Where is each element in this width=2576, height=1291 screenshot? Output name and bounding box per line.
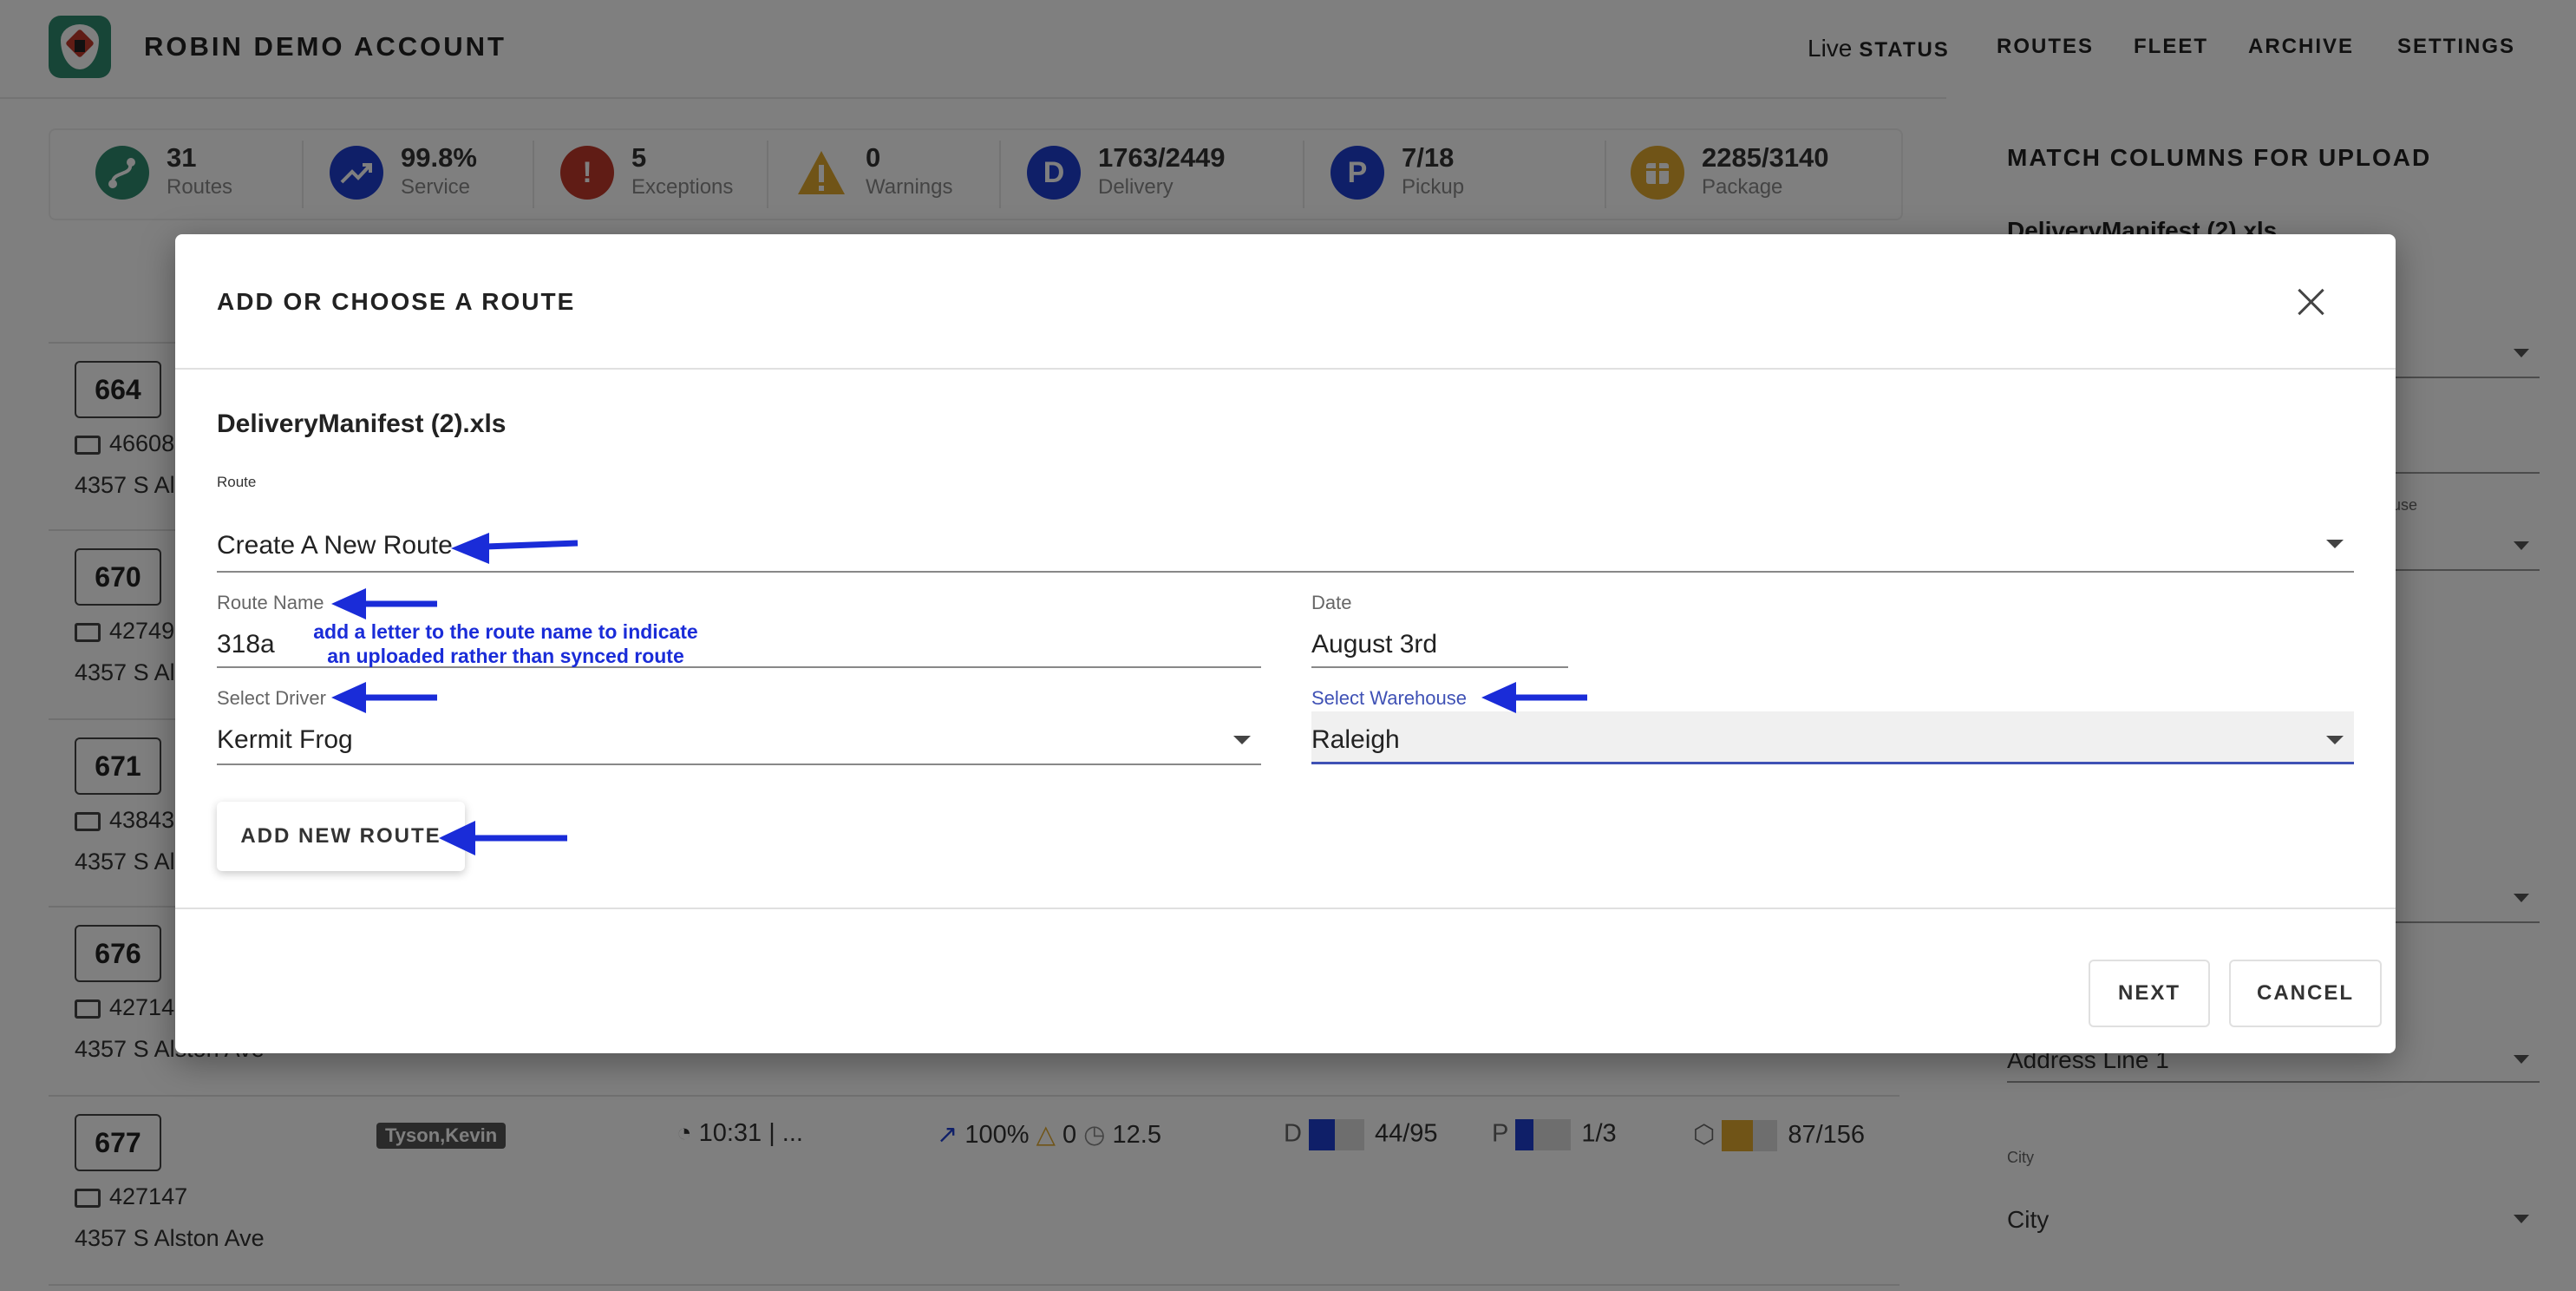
chevron-down-icon[interactable] [1233, 736, 1251, 744]
driver-select-underline [217, 763, 1261, 765]
annotation-arrow-icon [331, 682, 437, 713]
add-route-dialog: ADD OR CHOOSE A ROUTE DeliveryManifest (… [175, 234, 2396, 1053]
date-label: Date [1311, 592, 1352, 613]
warehouse-select[interactable]: Raleigh [1311, 725, 1400, 755]
annotation-line: add a letter to the route name to indica… [313, 620, 698, 643]
file-name: DeliveryManifest (2).xls [217, 410, 507, 438]
chevron-down-icon[interactable] [2326, 540, 2344, 548]
annotation-note: add a letter to the route name to indica… [295, 619, 716, 668]
close-icon[interactable] [2296, 286, 2327, 318]
date-underline [1311, 666, 1568, 668]
dialog-header-divider [175, 368, 2396, 370]
dialog-footer-divider [175, 908, 2396, 909]
annotation-arrow-icon [439, 821, 567, 855]
annotation-arrow-icon [331, 588, 437, 619]
annotation-line: an uploaded rather than synced route [327, 645, 684, 667]
driver-select[interactable]: Kermit Frog [217, 725, 353, 755]
driver-label: Select Driver [217, 687, 326, 709]
route-select[interactable]: Create A New Route [217, 531, 453, 560]
annotation-arrow-icon [1481, 682, 1587, 713]
route-select-underline [217, 571, 2354, 573]
date-input[interactable]: August 3rd [1311, 630, 1437, 659]
route-label: Route [217, 474, 257, 490]
warehouse-field-background [1311, 711, 2354, 763]
warehouse-label: Select Warehouse [1311, 687, 1467, 709]
route-name-input[interactable]: 318a [217, 630, 275, 659]
add-new-route-button[interactable]: ADD NEW ROUTE [217, 802, 465, 871]
warehouse-select-underline [1311, 762, 2354, 764]
next-button[interactable]: NEXT [2089, 960, 2210, 1027]
cancel-button[interactable]: CANCEL [2229, 960, 2382, 1027]
chevron-down-icon[interactable] [2326, 736, 2344, 744]
route-name-label: Route Name [217, 592, 324, 613]
dialog-title: ADD OR CHOOSE A ROUTE [217, 288, 576, 315]
annotation-arrow-icon [451, 533, 579, 564]
